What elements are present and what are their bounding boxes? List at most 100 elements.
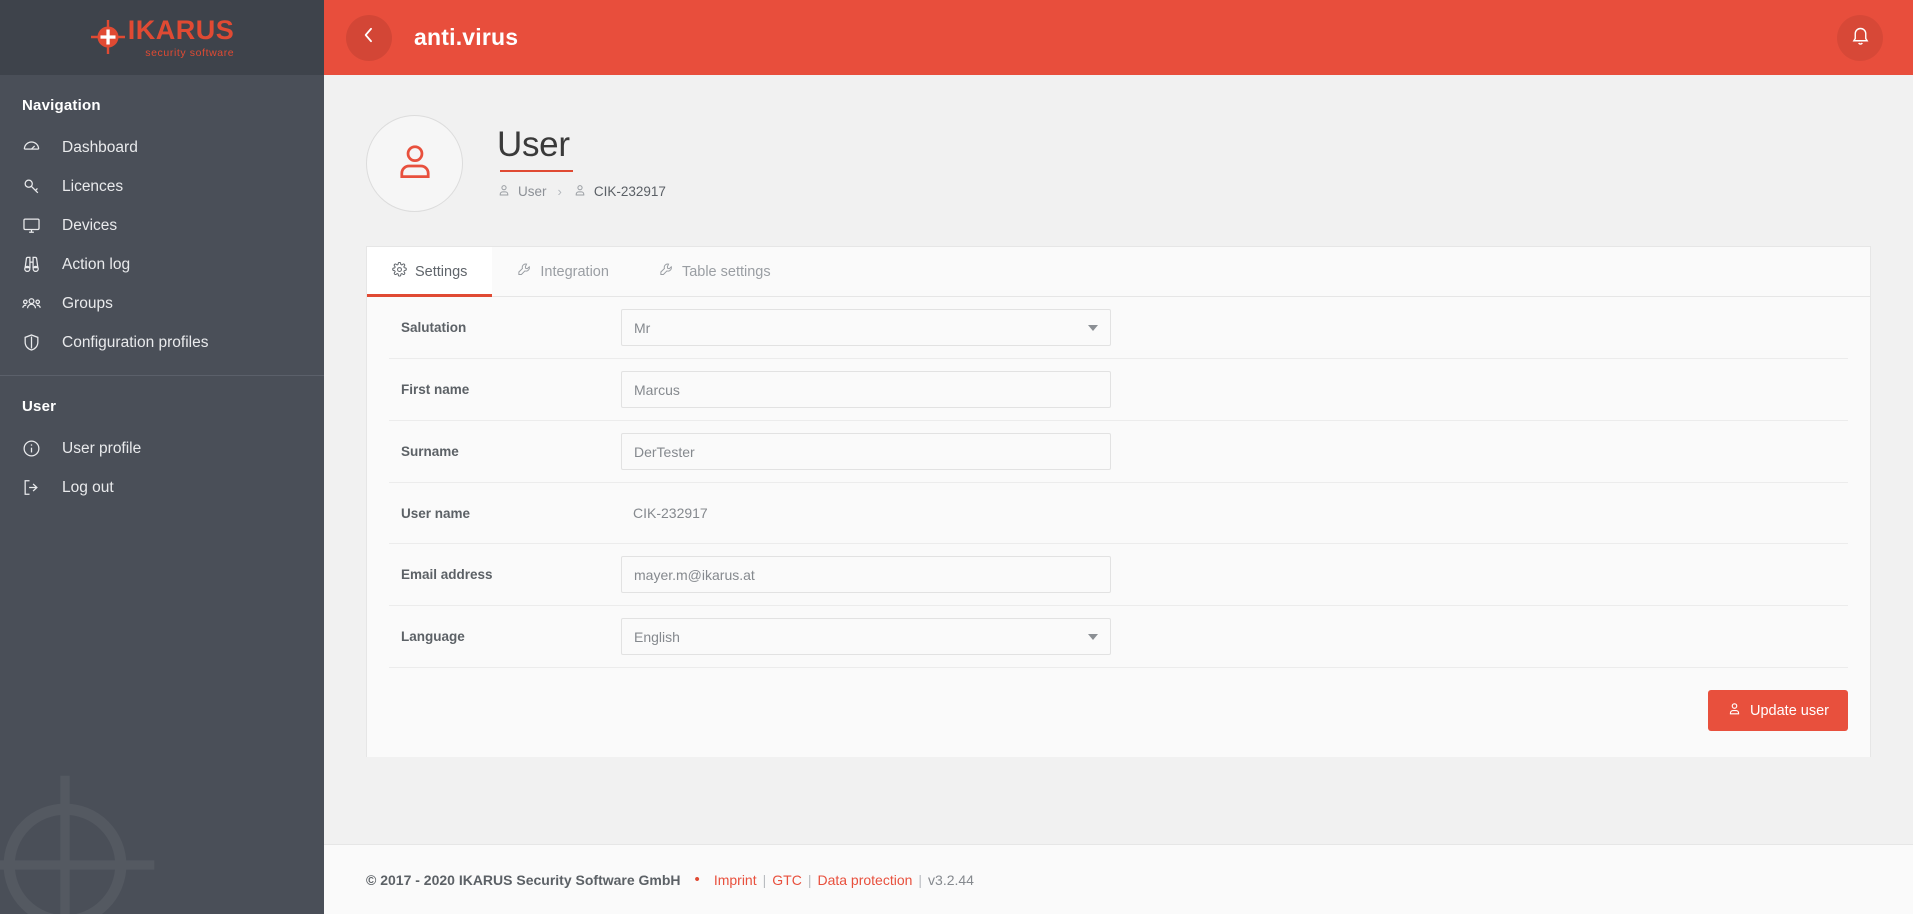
sidebar-item-user-profile[interactable]: User profile (0, 429, 324, 468)
breadcrumb-separator: › (557, 184, 562, 200)
footer-link-imprint[interactable]: Imprint (714, 872, 757, 888)
app-root: IKARUS security software Navigation Dash… (0, 0, 1913, 914)
tab-label: Table settings (681, 263, 771, 280)
avatar (366, 115, 463, 212)
gear-icon (392, 261, 407, 281)
footer-link-gtc[interactable]: GTC (772, 872, 802, 888)
sidebar-item-label: Configuration profiles (62, 333, 209, 351)
footer-spacer (324, 757, 1913, 844)
logo-text: IKARUS security software (127, 14, 235, 59)
logo-area: IKARUS security software (0, 0, 324, 75)
form-row-salutation: Salutation Mr (389, 297, 1848, 359)
logo-wordmark: IKARUS (127, 14, 235, 45)
ikarus-logo[interactable]: IKARUS security software (90, 14, 235, 59)
first-name-input[interactable] (621, 371, 1111, 408)
footer-pipe: | (807, 871, 812, 888)
first-name-label: First name (401, 382, 470, 397)
sidebar-item-label: Groups (62, 294, 113, 312)
surname-field-wrap (621, 433, 1111, 470)
breadcrumb-item-current[interactable]: CIK-232917 (573, 183, 666, 200)
language-field-wrap: English (621, 618, 1111, 655)
key-icon (22, 177, 48, 196)
users-icon (22, 294, 48, 313)
sidebar-item-label: User profile (62, 439, 142, 457)
crosshair-icon (90, 19, 126, 55)
email-input[interactable] (621, 556, 1111, 593)
main-area: anti.virus User User › CIK-232917 Settin… (324, 0, 1913, 914)
language-label: Language (401, 629, 465, 644)
footer-link-data-protection[interactable]: Data protection (817, 872, 912, 888)
wrench-icon (517, 262, 532, 281)
user-icon (497, 183, 511, 200)
settings-card: Settings Integration Table settings Salu… (366, 246, 1871, 757)
sidebar-item-action-log[interactable]: Action log (0, 245, 324, 284)
dashboard-icon (22, 138, 48, 157)
breadcrumb: User › CIK-232917 (497, 183, 666, 200)
form-row-language: Language English (389, 606, 1848, 668)
surname-label: Surname (401, 444, 459, 459)
page-footer: © 2017 - 2020 IKARUS Security Software G… (324, 844, 1913, 914)
tab-integration[interactable]: Integration (492, 247, 634, 297)
form-row-surname: Surname (389, 421, 1848, 483)
footer-dot-separator: • (694, 871, 700, 888)
sidebar-item-log-out[interactable]: Log out (0, 468, 324, 507)
sidebar-item-label: Dashboard (62, 138, 138, 156)
logout-icon (22, 478, 48, 497)
form-row-first-name: First name (389, 359, 1848, 421)
tab-settings[interactable]: Settings (367, 247, 493, 297)
user-icon (1727, 701, 1742, 720)
chevron-left-icon (359, 25, 379, 50)
salutation-select[interactable]: Mr (621, 309, 1111, 346)
sidebar: IKARUS security software Navigation Dash… (0, 0, 324, 914)
title-underline (500, 170, 573, 173)
sidebar-item-groups[interactable]: Groups (0, 284, 324, 323)
footer-pipe: | (762, 871, 767, 888)
nav-section-title-navigation: Navigation (22, 97, 101, 114)
page-header: User User › CIK-232917 (324, 75, 1913, 246)
breadcrumb-item-user[interactable]: User (497, 183, 547, 200)
salutation-label: Salutation (401, 320, 467, 335)
footer-copyright: © 2017 - 2020 IKARUS Security Software G… (366, 871, 681, 888)
surname-input[interactable] (621, 433, 1111, 470)
binoculars-icon (22, 255, 48, 274)
form-actions: Update user (367, 668, 1870, 757)
tab-label: Settings (415, 263, 468, 280)
info-icon (22, 439, 48, 458)
top-header-bar: anti.virus (324, 0, 1913, 75)
footer-pipe: | (918, 871, 923, 888)
tab-label: Integration (540, 263, 609, 280)
sidebar-item-label: Action log (62, 255, 131, 273)
footer-version: v3.2.44 (928, 871, 974, 888)
crosshair-watermark-icon (0, 772, 158, 914)
user-avatar-icon (393, 139, 437, 188)
breadcrumb-label: CIK-232917 (593, 184, 666, 200)
user-icon (573, 183, 587, 200)
form-row-email: Email address (389, 544, 1848, 606)
app-title: anti.virus (414, 24, 519, 50)
sidebar-item-label: Log out (62, 478, 114, 496)
sidebar-item-devices[interactable]: Devices (0, 206, 324, 245)
user-name-label: User name (401, 505, 471, 521)
shield-icon (22, 333, 48, 352)
language-select[interactable]: English (621, 618, 1111, 655)
update-user-label: Update user (1750, 702, 1829, 719)
tab-table-settings[interactable]: Table settings (634, 247, 796, 297)
user-name-value-wrap: CIK-232917 (621, 505, 1111, 521)
monitor-icon (22, 216, 48, 235)
update-user-button[interactable]: Update user (1708, 690, 1848, 731)
tab-bar: Settings Integration Table settings (367, 247, 1870, 297)
page-header-text: User User › CIK-232917 (497, 124, 666, 201)
breadcrumb-label: User (518, 184, 547, 200)
email-field-wrap (621, 556, 1111, 593)
email-label: Email address (401, 567, 493, 582)
back-button[interactable] (346, 14, 392, 61)
first-name-field-wrap (621, 371, 1111, 408)
page-title: User (497, 124, 570, 164)
notifications-button[interactable] (1837, 14, 1883, 61)
sidebar-item-licences[interactable]: Licences (0, 167, 324, 206)
nav-section-title-user: User (22, 398, 57, 415)
bell-icon (1850, 25, 1871, 51)
sidebar-item-configuration-profiles[interactable]: Configuration profiles (0, 323, 324, 362)
logo-tagline: security software (145, 46, 235, 59)
sidebar-item-dashboard[interactable]: Dashboard (0, 128, 324, 167)
